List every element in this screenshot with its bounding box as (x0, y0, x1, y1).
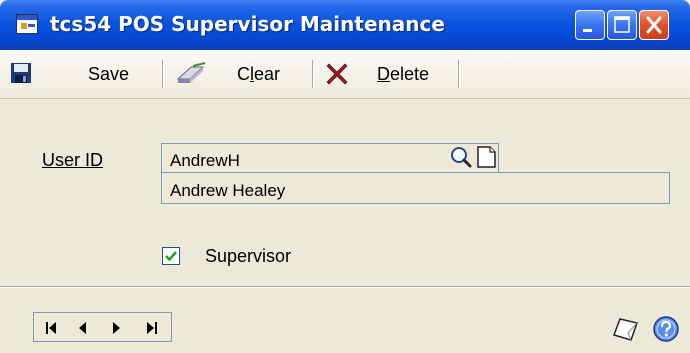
lookup-button[interactable] (449, 145, 473, 169)
previous-record-button[interactable] (68, 317, 98, 339)
delete-x-icon (326, 63, 348, 85)
note-icon (613, 318, 638, 341)
toolbar-separator (312, 60, 314, 88)
checkmark-icon (165, 251, 177, 262)
eraser-icon (176, 62, 206, 83)
help-button[interactable] (652, 315, 680, 343)
save-label: Save (88, 64, 130, 84)
app-icon[interactable] (16, 14, 38, 34)
help-icon (653, 316, 679, 342)
clear-button[interactable]: Clear (175, 56, 295, 90)
next-record-button[interactable] (102, 317, 132, 339)
maximize-button[interactable] (607, 10, 637, 40)
minimize-button[interactable] (575, 10, 605, 40)
save-button[interactable]: Save (10, 56, 142, 90)
note-button[interactable] (610, 315, 640, 343)
toolbar: Save Clear Delete (0, 50, 690, 99)
first-record-icon (46, 322, 56, 334)
close-button[interactable] (639, 10, 669, 40)
toolbar-separator (162, 60, 164, 88)
window-title: tcs54 POS Supervisor Maintenance (50, 12, 445, 36)
record-navigation (33, 312, 172, 342)
delete-button[interactable]: Delete (325, 56, 447, 90)
title-bar[interactable]: tcs54 POS Supervisor Maintenance (0, 0, 690, 50)
window: tcs54 POS Supervisor Maintenance Save Cl… (0, 0, 690, 353)
user-id-label[interactable]: User ID (42, 149, 103, 171)
save-icon (11, 63, 31, 83)
maximize-icon (614, 16, 630, 33)
supervisor-label[interactable]: Supervisor (205, 245, 291, 267)
supervisor-checkbox[interactable] (162, 247, 180, 265)
first-record-button[interactable] (38, 317, 68, 339)
toolbar-separator (458, 60, 460, 88)
footer-bar (0, 288, 690, 353)
last-record-button[interactable] (136, 317, 166, 339)
user-name-value: Andrew Healey (170, 181, 286, 200)
user-id-value: AndrewH (170, 151, 240, 170)
magnifier-icon (451, 147, 472, 168)
new-document-icon (477, 146, 496, 168)
clear-label: Clear (237, 64, 281, 84)
minimize-icon (583, 29, 592, 32)
close-icon (646, 16, 662, 34)
previous-record-icon (79, 322, 86, 334)
next-record-icon (113, 322, 120, 334)
delete-label: Delete (377, 64, 430, 84)
new-record-button[interactable] (474, 145, 498, 169)
last-record-icon (147, 322, 157, 334)
user-name-field: Andrew Healey (161, 172, 670, 204)
